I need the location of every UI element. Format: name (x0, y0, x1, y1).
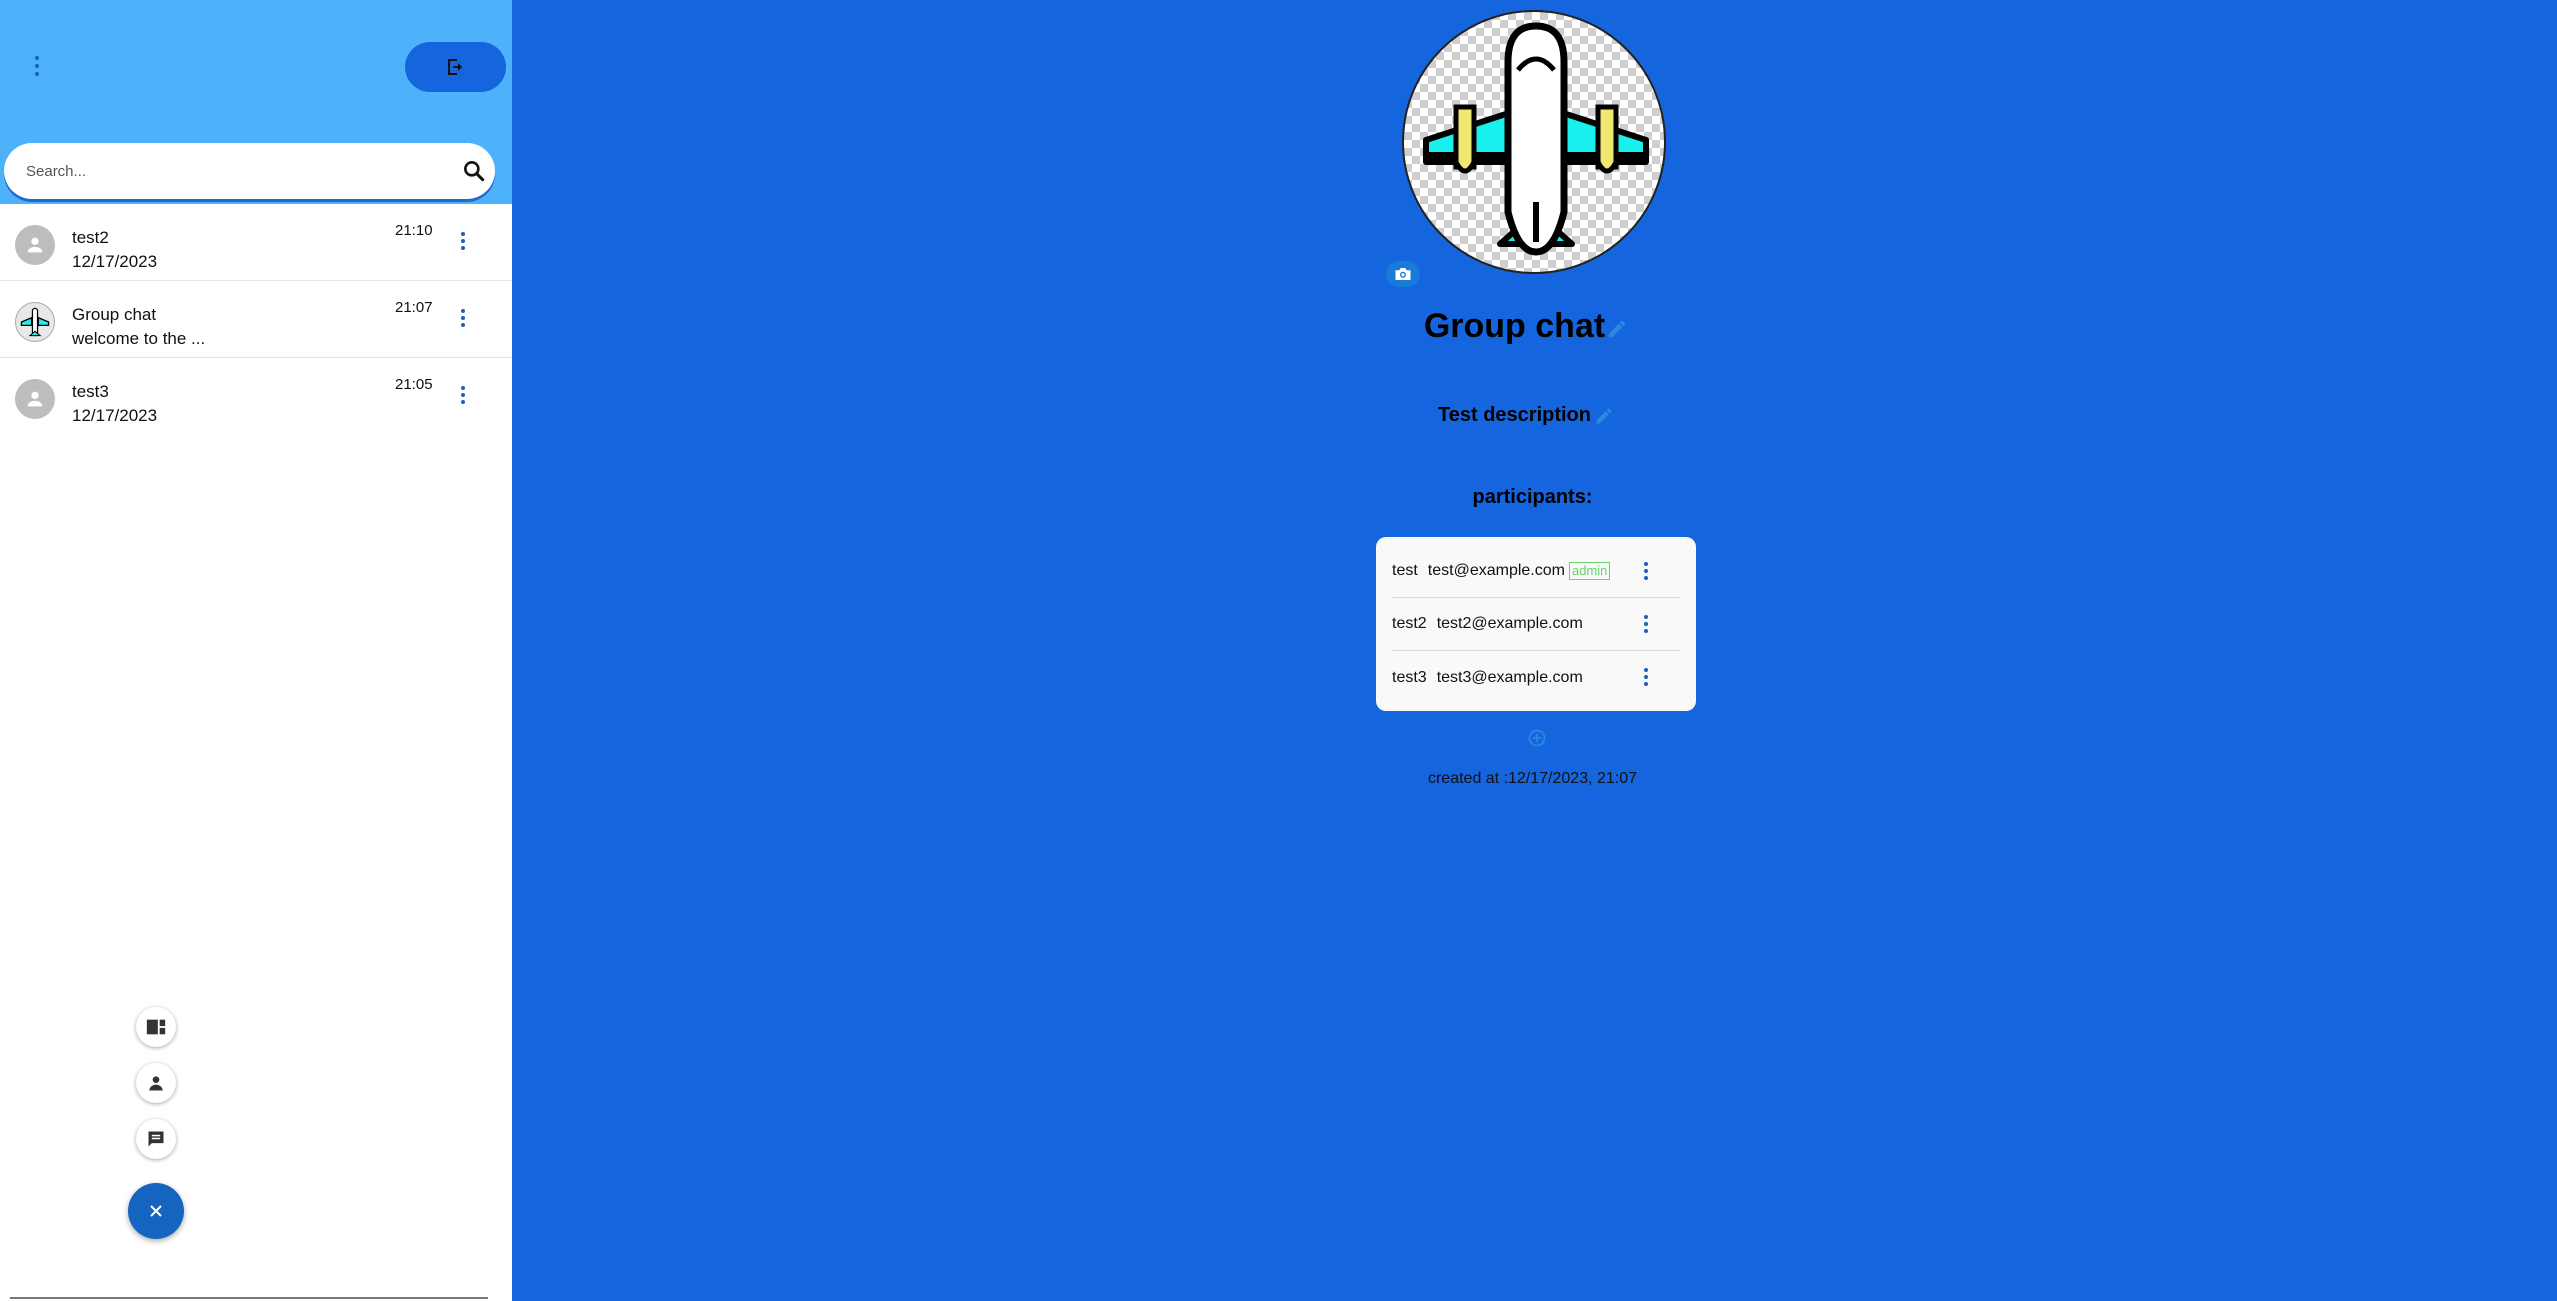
chat-subtitle: welcome to the ... (72, 329, 206, 348)
avatar (15, 225, 55, 265)
divider (10, 1297, 488, 1299)
chat-more-button[interactable] (455, 382, 471, 408)
more-dot (1644, 562, 1648, 566)
menu-dot (35, 72, 39, 76)
close-icon (150, 1205, 162, 1217)
chat-name: test3 (72, 382, 109, 401)
chat-list: test2 12/17/2023 21:10 Group chat welcom… (0, 204, 512, 435)
chat-list-item[interactable]: test3 12/17/2023 21:05 (0, 358, 512, 435)
menu-dot (35, 56, 39, 60)
chat-time: 21:05 (395, 376, 433, 393)
menu-dot (35, 64, 39, 68)
participant-row: test test@example.com admin (1392, 545, 1680, 598)
search-icon[interactable] (461, 158, 487, 184)
logout-button[interactable] (405, 42, 506, 92)
chat-time: 21:07 (395, 299, 433, 316)
person-icon (27, 391, 43, 407)
avatar (15, 379, 55, 419)
chat-subtitle: 12/17/2023 (72, 406, 158, 425)
more-dot (1644, 629, 1648, 633)
participants-list: test test@example.com admin test2 test2@… (1376, 537, 1696, 711)
group-description: Test description (1438, 404, 1591, 426)
group-avatar (1402, 10, 1666, 274)
chat-name: test2 (72, 228, 109, 247)
participant-name: test3 (1392, 668, 1427, 686)
speed-dial-close-button[interactable] (128, 1183, 184, 1239)
more-dot (461, 393, 465, 397)
more-dot (1644, 668, 1648, 672)
chat-list-item[interactable]: Group chat welcome to the ... 21:07 (0, 281, 512, 358)
camera-icon (1395, 268, 1411, 280)
participant-more-button[interactable] (1638, 665, 1654, 689)
more-dot (461, 316, 465, 320)
change-photo-button[interactable] (1386, 261, 1420, 287)
created-at: created at :12/17/2023, 21:07 (1427, 770, 1638, 787)
new-contact-button[interactable] (136, 1063, 176, 1103)
chat-icon (148, 1131, 164, 1147)
sidebar-header (0, 0, 512, 204)
participant-row: test2 test2@example.com (1392, 598, 1680, 651)
more-dot (1644, 569, 1648, 573)
menu-button[interactable] (26, 52, 48, 80)
participant-email: test3@example.com (1436, 668, 1583, 686)
search-input[interactable] (26, 162, 446, 180)
more-dot (1644, 622, 1648, 626)
avatar (15, 302, 55, 342)
more-dot (461, 232, 465, 236)
more-dot (461, 386, 465, 390)
more-dot (461, 323, 465, 327)
chat-more-button[interactable] (455, 305, 471, 331)
group-title: Group chat (1423, 307, 1606, 345)
airplane-icon (1423, 22, 1649, 256)
more-dot (1644, 576, 1648, 580)
chat-more-button[interactable] (455, 228, 471, 254)
airplane-icon (20, 307, 50, 337)
participant-name: test2 (1392, 615, 1427, 632)
participants-label: participants: (1472, 486, 1593, 508)
add-participant-icon[interactable] (1527, 728, 1547, 748)
sidebar: test2 12/17/2023 21:10 Group chat welcom… (0, 0, 512, 1301)
more-dot (461, 309, 465, 313)
participant-more-button[interactable] (1638, 612, 1654, 636)
more-dot (1644, 682, 1648, 686)
participant-row: test3 test3@example.com (1392, 651, 1680, 704)
chat-list-item[interactable]: test2 12/17/2023 21:10 (0, 204, 512, 281)
more-dot (461, 400, 465, 404)
participant-email: test2@example.com (1436, 615, 1583, 632)
more-dot (461, 246, 465, 250)
edit-title-icon[interactable] (1606, 318, 1628, 340)
edit-description-icon[interactable] (1594, 406, 1614, 426)
chat-time: 21:10 (395, 222, 433, 239)
chat-name: Group chat (72, 305, 157, 324)
person-icon (149, 1076, 163, 1091)
search-box (4, 143, 495, 199)
more-dot (1644, 615, 1648, 619)
person-icon (27, 237, 43, 253)
dashboard-button[interactable] (136, 1007, 176, 1047)
logout-icon (447, 59, 462, 75)
participant-more-button[interactable] (1638, 559, 1654, 583)
new-chat-button[interactable] (136, 1119, 176, 1159)
group-info-panel: Group chat Test description participants… (512, 0, 2557, 1301)
admin-badge: admin (1568, 562, 1611, 580)
dashboard-icon (146, 1019, 166, 1035)
participant-name: test (1392, 562, 1418, 579)
participant-email: test@example.com (1427, 562, 1565, 579)
more-dot (1644, 675, 1648, 679)
chat-subtitle: 12/17/2023 (72, 252, 158, 271)
more-dot (461, 239, 465, 243)
